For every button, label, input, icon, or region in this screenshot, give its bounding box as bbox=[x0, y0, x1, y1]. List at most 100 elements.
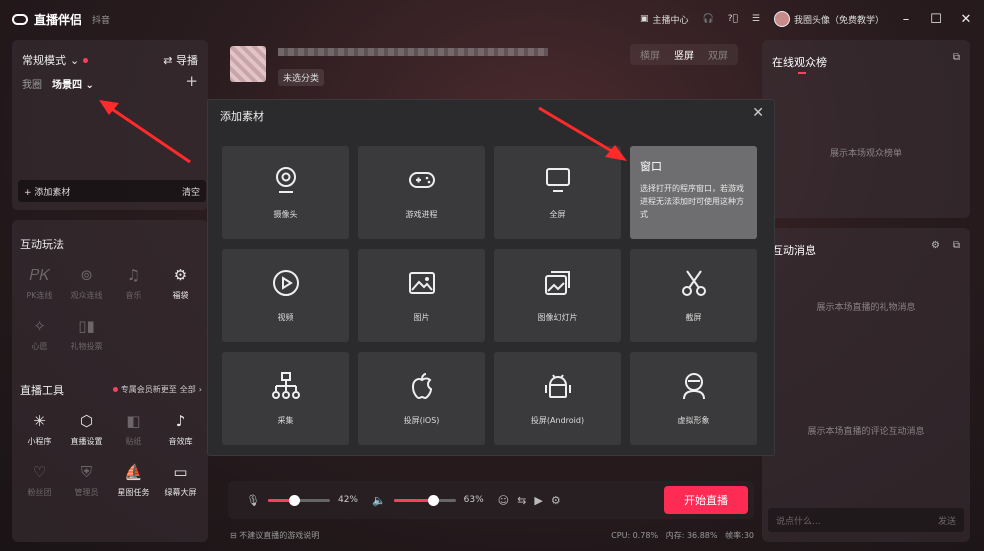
interactive-label: PK连线 bbox=[26, 291, 53, 300]
interactive-item-pk[interactable]: 𝑃𝐾 PK连线 bbox=[16, 264, 63, 301]
apple-icon bbox=[411, 373, 432, 400]
speaker-volume-slider[interactable] bbox=[393, 494, 456, 506]
tool-label: 贴纸 bbox=[125, 437, 142, 446]
tool-item-sticker[interactable]: ◧ 贴纸 bbox=[110, 410, 157, 447]
tile-label: 窗口 bbox=[640, 160, 662, 173]
stream-cover[interactable] bbox=[230, 46, 266, 82]
send-button[interactable]: 发送 bbox=[938, 514, 956, 527]
tile-cast-ios[interactable]: 投屏(iOS) bbox=[358, 352, 485, 445]
speaker-volume-knob[interactable] bbox=[427, 494, 439, 506]
gear-icon[interactable]: ⚙ bbox=[551, 494, 561, 507]
tile-label: 虚拟形象 bbox=[677, 416, 710, 425]
category-badge[interactable]: 未选分类 bbox=[278, 69, 325, 86]
orientation-dual[interactable]: 双屏 bbox=[708, 47, 728, 62]
vip-note-label: 专属会员新更至 bbox=[120, 385, 177, 394]
tile-camera[interactable]: 摄像头 bbox=[222, 146, 349, 239]
scene-tab-1[interactable]: 我圈 bbox=[22, 76, 42, 91]
interactive-item-lucky-bag[interactable]: ⚙ 福袋 bbox=[157, 264, 204, 301]
tool-item-fan-club[interactable]: ♡ 粉丝团 bbox=[16, 461, 63, 498]
tool-item-sound-effects[interactable]: ♪ 音效库 bbox=[157, 410, 204, 447]
memory-usage: 内存: 36.88% bbox=[665, 531, 718, 540]
mode-selector[interactable]: 常规模式 ⌄ bbox=[22, 52, 89, 68]
monitor-icon bbox=[545, 168, 570, 192]
tile-cast-android[interactable]: 投屏(Android) bbox=[494, 352, 621, 445]
tool-item-star-task[interactable]: ⛵ 星图任务 bbox=[110, 461, 157, 498]
pk-icon: 𝑃𝐾 bbox=[29, 266, 50, 284]
tile-image[interactable]: 图片 bbox=[358, 249, 485, 342]
cpu-usage: CPU: 0.78% bbox=[611, 531, 659, 540]
tool-item-admin[interactable]: ⛨ 管理员 bbox=[63, 461, 110, 498]
stream-title-blurred[interactable] bbox=[278, 48, 548, 56]
minimize-icon[interactable]: – bbox=[898, 12, 914, 27]
interactive-label: 礼物投票 bbox=[70, 342, 103, 351]
scene-tabs: 我圈 场景四 ⌄ bbox=[22, 76, 94, 91]
live-settings-icon: ⬡ bbox=[79, 412, 94, 430]
popout-icon[interactable]: ⧉ bbox=[953, 240, 960, 251]
speaker-icon[interactable]: 🔈 bbox=[372, 494, 386, 507]
maximize-icon[interactable]: ☐ bbox=[928, 12, 944, 27]
app-logo: 直播伴侣 抖音 bbox=[12, 11, 110, 28]
image-icon bbox=[408, 272, 435, 294]
interactive-label: 福袋 bbox=[172, 291, 189, 300]
tool-label: 星图任务 bbox=[117, 488, 150, 497]
tile-video[interactable]: 视频 bbox=[222, 249, 349, 342]
guide-button[interactable]: ⇄ 导播 bbox=[163, 52, 198, 68]
tile-capture[interactable]: 采集 bbox=[222, 352, 349, 445]
tile-window[interactable]: 窗口 选择打开的程序窗口，若游戏进程无法添加时可使用这种方式 bbox=[630, 146, 757, 239]
interactive-item-wish[interactable]: ✧ 心愿 bbox=[16, 315, 63, 352]
tool-label: 直播设置 bbox=[70, 437, 103, 446]
close-icon[interactable]: ✕ bbox=[958, 12, 974, 27]
vip-note[interactable]: 专属会员新更至 全部 › bbox=[112, 384, 202, 395]
annotation-arrow-scene bbox=[99, 100, 191, 164]
tile-game-process[interactable]: 游戏进程 bbox=[358, 146, 485, 239]
settings-icon[interactable]: ⚙ bbox=[931, 240, 940, 251]
tile-screenshot[interactable]: 截屏 bbox=[630, 249, 757, 342]
video-camera-icon[interactable]: ▶ bbox=[534, 494, 542, 507]
host-center-label: 主播中心 bbox=[652, 15, 689, 26]
play-icon bbox=[272, 270, 299, 296]
clear-button[interactable]: 清空 bbox=[182, 185, 200, 198]
add-material-button[interactable]: + 添加素材 bbox=[24, 185, 70, 198]
lucky-bag-icon: ⚙ bbox=[173, 266, 188, 284]
logo-icon bbox=[12, 13, 28, 25]
interactive-item-music[interactable]: ♫ 音乐 bbox=[110, 264, 157, 301]
microphone-icon[interactable]: 🎙 bbox=[246, 494, 260, 507]
comment-hint: 展示本场直播的评论互动消息 bbox=[807, 427, 925, 437]
scissors-icon bbox=[681, 270, 706, 296]
tool-item-green-screen[interactable]: ▭ 绿幕大屏 bbox=[157, 461, 204, 498]
audience-link-icon: ⊚ bbox=[80, 266, 93, 284]
scene-tab-2[interactable]: 场景四 ⌄ bbox=[52, 76, 94, 91]
mic-volume-slider[interactable] bbox=[267, 494, 330, 506]
add-scene-icon[interactable]: + bbox=[185, 72, 198, 90]
mic-volume-value: 42% bbox=[337, 495, 358, 505]
host-center-button[interactable]: ▣ 主播中心 bbox=[640, 13, 689, 26]
orientation-landscape[interactable]: 横屏 bbox=[640, 47, 660, 62]
user-profile[interactable]: 我圈头像（免费教学） bbox=[773, 11, 884, 27]
interaction-title: 互动消息 bbox=[772, 244, 816, 257]
speaker-volume-value: 63% bbox=[463, 495, 484, 505]
help-icon[interactable]: ?⃝ bbox=[728, 14, 738, 24]
mirror-icon[interactable]: ⇆ bbox=[517, 494, 526, 507]
gamepad-icon bbox=[408, 172, 435, 188]
beauty-icon[interactable]: ☺ bbox=[498, 494, 509, 507]
gift-hint: 展示本场直播的礼物消息 bbox=[816, 303, 916, 313]
menu-icon[interactable]: ☰ bbox=[752, 14, 760, 24]
tile-slideshow[interactable]: 图像幻灯片 bbox=[494, 249, 621, 342]
sticker-icon: ◧ bbox=[126, 412, 141, 430]
wish-icon: ✧ bbox=[33, 317, 46, 335]
interactive-item-gift-vote[interactable]: ▯▮ 礼物投票 bbox=[63, 315, 110, 352]
tile-virtual-avatar[interactable]: 虚拟形象 bbox=[630, 352, 757, 445]
tool-item-mini-program[interactable]: ✳ 小程序 bbox=[16, 410, 63, 447]
headset-icon[interactable]: 🎧 bbox=[703, 14, 714, 24]
mic-volume-knob[interactable] bbox=[289, 494, 300, 506]
orientation-portrait[interactable]: 竖屏 bbox=[674, 47, 694, 62]
comment-input[interactable]: 说点什么... 发送 bbox=[768, 508, 964, 532]
title-bar: 直播伴侣 抖音 ▣ 主播中心 🎧 ?⃝ ☰ 我圈头像（免费教学） – ☐ ✕ bbox=[0, 0, 984, 38]
game-notice-link[interactable]: ⊟ 不建议直播的游戏说明 bbox=[230, 530, 319, 541]
interactive-item-audience-link[interactable]: ⊚ 观众连线 bbox=[63, 264, 110, 301]
start-live-button[interactable]: 开始直播 bbox=[664, 486, 748, 514]
popout-icon[interactable]: ⧉ bbox=[953, 52, 960, 63]
tool-item-live-settings[interactable]: ⬡ 直播设置 bbox=[63, 410, 110, 447]
interactive-label: 观众连线 bbox=[70, 291, 103, 300]
close-icon[interactable]: ✕ bbox=[752, 105, 764, 121]
